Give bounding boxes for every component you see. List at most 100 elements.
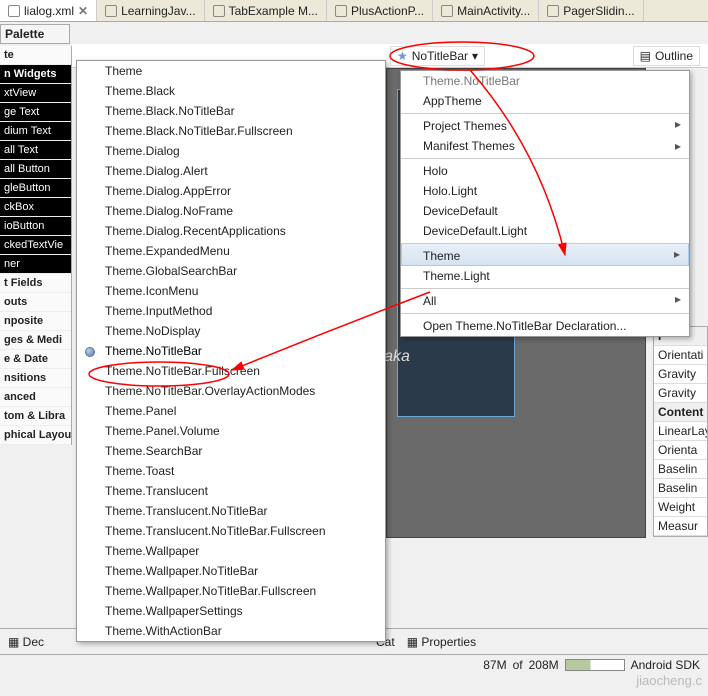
outline-view-button[interactable]: ▤ Outline bbox=[633, 46, 700, 66]
theme-category-item[interactable]: DeviceDefault bbox=[401, 201, 689, 221]
theme-menu-item[interactable]: Theme.GlobalSearchBar bbox=[77, 261, 385, 281]
prop-row[interactable]: LinearLay bbox=[654, 422, 707, 441]
theme-category-item: Theme.NoTitleBar bbox=[401, 71, 689, 91]
outline-label: Outline bbox=[655, 49, 693, 63]
theme-menu-item[interactable]: Theme.Black.NoTitleBar bbox=[77, 101, 385, 121]
theme-category-item[interactable]: Project Themes bbox=[401, 113, 689, 136]
palette-item[interactable]: t Fields bbox=[0, 274, 71, 293]
palette-item[interactable]: n Widgets bbox=[0, 65, 71, 84]
theme-menu-item[interactable]: Theme.Wallpaper bbox=[77, 541, 385, 561]
memory-total: 208M bbox=[529, 658, 559, 672]
theme-menu-item[interactable]: Theme.NoDisplay bbox=[77, 321, 385, 341]
prop-row[interactable]: Baselin bbox=[654, 479, 707, 498]
memory-bar bbox=[565, 659, 625, 671]
prop-row[interactable]: Orientati bbox=[654, 346, 707, 365]
tab-label: LearningJav... bbox=[121, 4, 196, 18]
theme-menu-item[interactable]: Theme.Translucent.NoTitleBar bbox=[77, 501, 385, 521]
properties-tab[interactable]: ▦ Properties bbox=[407, 635, 476, 649]
palette-item[interactable]: all Text bbox=[0, 141, 71, 160]
palette-item[interactable]: anced bbox=[0, 388, 71, 407]
palette-item[interactable]: ner bbox=[0, 255, 71, 274]
theme-menu-item[interactable]: Theme.Black.NoTitleBar.Fullscreen bbox=[77, 121, 385, 141]
editor-tab[interactable]: PlusActionP... bbox=[327, 0, 433, 21]
palette-item[interactable]: e & Date bbox=[0, 350, 71, 369]
palette-item[interactable]: tom & Libra bbox=[0, 407, 71, 426]
palette-title: Palette bbox=[0, 24, 70, 44]
theme-menu-item[interactable]: Theme.InputMethod bbox=[77, 301, 385, 321]
star-icon: ★ bbox=[397, 49, 408, 63]
prop-row[interactable]: Gravity bbox=[654, 384, 707, 403]
editor-tabs: lialog.xml ✕ LearningJav... TabExample M...… bbox=[0, 0, 708, 22]
theme-category-item[interactable]: Manifest Themes bbox=[401, 136, 689, 156]
watermark-corner: jiaocheng.c bbox=[636, 673, 702, 688]
editor-tab[interactable]: TabExample M... bbox=[205, 0, 327, 21]
theme-menu-item[interactable]: Theme.Dialog.Alert bbox=[77, 161, 385, 181]
palette-item[interactable]: ckedTextVie bbox=[0, 236, 71, 255]
palette-item[interactable]: gleButton bbox=[0, 179, 71, 198]
tab-label: TabExample M... bbox=[229, 4, 318, 18]
editor-tab[interactable]: lialog.xml ✕ bbox=[0, 0, 97, 21]
editor-tab[interactable]: MainActivity... bbox=[433, 0, 539, 21]
theme-menu-item[interactable]: Theme.Dialog.AppError bbox=[77, 181, 385, 201]
file-icon bbox=[441, 5, 453, 17]
editor-tab[interactable]: PagerSlidin... bbox=[539, 0, 643, 21]
theme-menu-item[interactable]: Theme.Wallpaper.NoTitleBar.Fullscreen bbox=[77, 581, 385, 601]
theme-dropdown-label: NoTitleBar bbox=[412, 49, 468, 63]
theme-menu-item[interactable]: Theme.Dialog.NoFrame bbox=[77, 201, 385, 221]
theme-dropdown-button[interactable]: ★ NoTitleBar ▾ bbox=[390, 46, 485, 66]
prop-row[interactable]: Weight bbox=[654, 498, 707, 517]
theme-category-item[interactable]: Holo.Light bbox=[401, 181, 689, 201]
theme-category-item[interactable]: Holo bbox=[401, 158, 689, 181]
theme-menu-item[interactable]: Theme.IconMenu bbox=[77, 281, 385, 301]
palette-item[interactable]: xtView bbox=[0, 84, 71, 103]
theme-menu-item[interactable]: Theme.Translucent bbox=[77, 481, 385, 501]
file-icon bbox=[8, 5, 20, 17]
theme-category-item[interactable]: Theme.Light bbox=[401, 266, 689, 286]
theme-menu-item[interactable]: Theme.Dialog.RecentApplications bbox=[77, 221, 385, 241]
declaration-tab[interactable]: ▦ Dec bbox=[8, 635, 44, 649]
theme-menu-item[interactable]: Theme.Wallpaper.NoTitleBar bbox=[77, 561, 385, 581]
palette-item[interactable]: dium Text bbox=[0, 122, 71, 141]
palette-item[interactable]: outs bbox=[0, 293, 71, 312]
palette-item[interactable]: ge Text bbox=[0, 103, 71, 122]
theme-menu-item[interactable]: Theme.WithActionBar bbox=[77, 621, 385, 641]
theme-menu-item[interactable]: Theme.Dialog bbox=[77, 141, 385, 161]
theme-menu-item[interactable]: Theme.Panel bbox=[77, 401, 385, 421]
memory-of: of bbox=[513, 658, 523, 672]
theme-category-item[interactable]: Theme bbox=[401, 243, 689, 266]
theme-menu-item[interactable]: Theme.NoTitleBar.Fullscreen bbox=[77, 361, 385, 381]
palette-panel: ten WidgetsxtViewge Textdium Textall Tex… bbox=[0, 46, 72, 445]
palette-item[interactable]: te bbox=[0, 46, 71, 65]
theme-category-item[interactable]: DeviceDefault.Light bbox=[401, 221, 689, 241]
tab-label: lialog.xml bbox=[24, 4, 74, 18]
theme-menu-item[interactable]: Theme.ExpandedMenu bbox=[77, 241, 385, 261]
palette-item[interactable]: ges & Medi bbox=[0, 331, 71, 350]
theme-menu-item[interactable]: Theme.NoTitleBar.OverlayActionModes bbox=[77, 381, 385, 401]
theme-category-item[interactable]: AppTheme bbox=[401, 91, 689, 111]
palette-item[interactable]: nsitions bbox=[0, 369, 71, 388]
theme-menu-item[interactable]: Theme bbox=[77, 61, 385, 81]
prop-row[interactable]: Baselin bbox=[654, 460, 707, 479]
outline-icon: ▤ bbox=[640, 49, 651, 63]
theme-menu-item[interactable]: Theme.SearchBar bbox=[77, 441, 385, 461]
theme-menu-item[interactable]: Theme.WallpaperSettings bbox=[77, 601, 385, 621]
prop-row[interactable]: Gravity bbox=[654, 365, 707, 384]
prop-row[interactable]: Measur bbox=[654, 517, 707, 536]
editor-tab[interactable]: LearningJav... bbox=[97, 0, 205, 21]
theme-menu-item[interactable]: Theme.Toast bbox=[77, 461, 385, 481]
prop-row[interactable]: Content I bbox=[654, 403, 707, 422]
palette-item[interactable]: ckBox bbox=[0, 198, 71, 217]
palette-item[interactable]: ioButton bbox=[0, 217, 71, 236]
theme-menu-item[interactable]: Theme.NoTitleBar bbox=[77, 341, 385, 361]
file-icon bbox=[213, 5, 225, 17]
theme-category-item[interactable]: Open Theme.NoTitleBar Declaration... bbox=[401, 313, 689, 336]
theme-menu-item[interactable]: Theme.Panel.Volume bbox=[77, 421, 385, 441]
theme-menu-item[interactable]: Theme.Black bbox=[77, 81, 385, 101]
prop-row[interactable]: Orienta bbox=[654, 441, 707, 460]
theme-category-item[interactable]: All bbox=[401, 288, 689, 311]
palette-item[interactable]: all Button bbox=[0, 160, 71, 179]
palette-item[interactable]: nposite bbox=[0, 312, 71, 331]
theme-menu-item[interactable]: Theme.Translucent.NoTitleBar.Fullscreen bbox=[77, 521, 385, 541]
palette-item[interactable]: phical Layout bbox=[0, 426, 71, 445]
close-icon[interactable]: ✕ bbox=[78, 4, 88, 18]
